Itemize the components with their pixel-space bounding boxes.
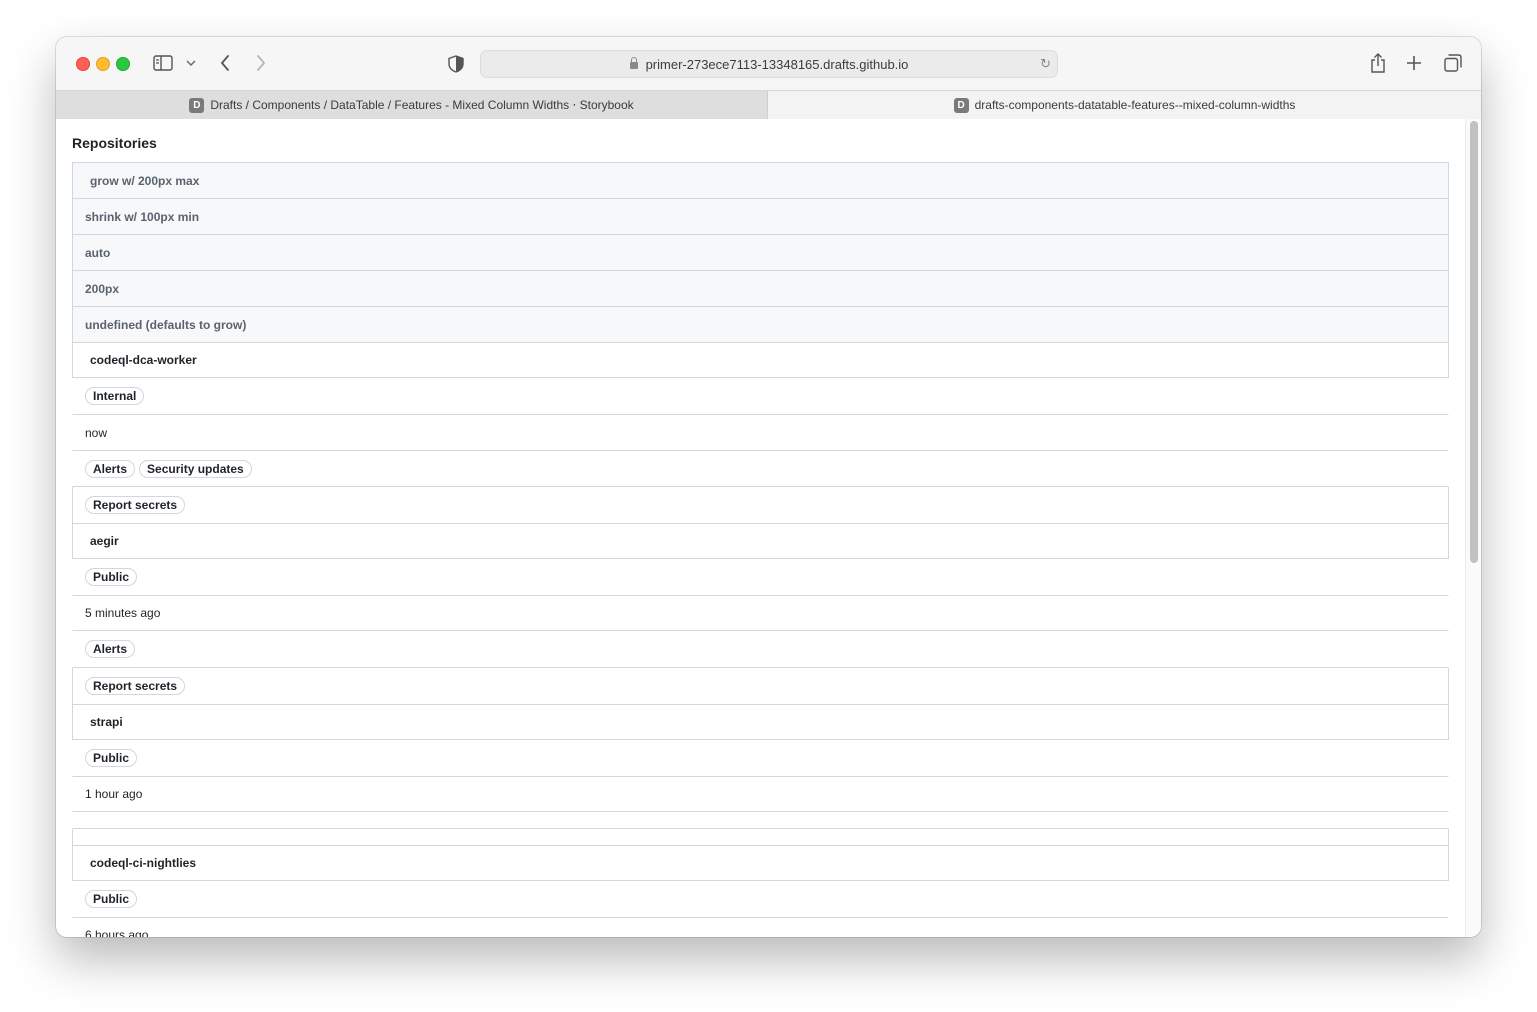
updated-cell: 5 minutes ago — [72, 596, 1449, 631]
page-title: Repositories — [72, 135, 157, 151]
tab-favicon: D — [953, 97, 969, 113]
column-header[interactable]: undefined (defaults to grow) — [72, 307, 1449, 343]
repo-type-cell: Public — [72, 559, 1449, 596]
column-header[interactable]: grow w/ 200px max — [72, 162, 1449, 199]
column-header[interactable]: auto — [72, 235, 1449, 271]
browser-toolbar: primer-273ece7113-13348165.drafts.github… — [56, 37, 1481, 90]
updated-text: 5 minutes ago — [85, 606, 161, 620]
updated-text: now — [85, 425, 108, 440]
tab-storybook[interactable]: D Drafts / Components / DataTable / Feat… — [56, 91, 768, 119]
updated-text: 6 hours ago — [85, 928, 149, 937]
reload-icon[interactable]: ↻ — [1040, 56, 1051, 72]
repo-type-label: Public — [85, 568, 138, 586]
repo-name: aegir — [90, 534, 119, 548]
repo-type-cell: Public — [72, 740, 1449, 777]
chevron-down-icon[interactable] — [185, 57, 197, 69]
updated-cell: 6 hours ago — [72, 918, 1449, 937]
repo-type-cell: Public — [72, 881, 1449, 918]
repo-name-cell: aegir — [72, 524, 1449, 559]
scrollbar-thumb[interactable] — [1470, 121, 1478, 563]
column-header[interactable]: 200px — [72, 271, 1449, 307]
column-header[interactable]: shrink w/ 100px min — [72, 199, 1449, 235]
code-scanning-label: Report secrets — [85, 496, 186, 514]
page-content: Repositories grow w/ 200px max shrink w/… — [56, 119, 1481, 937]
code-scanning-label: Report secrets — [85, 677, 186, 695]
minimize-window-button[interactable] — [96, 57, 110, 71]
address-bar[interactable]: primer-273ece7113-13348165.drafts.github… — [480, 50, 1058, 78]
repo-name-cell: codeql-dca-worker — [72, 343, 1449, 378]
zoom-window-button[interactable] — [116, 57, 130, 71]
repo-name-cell: strapi — [72, 705, 1449, 740]
url-text: primer-273ece7113-13348165.drafts.github… — [645, 56, 909, 72]
forward-icon[interactable] — [252, 53, 270, 73]
repo-name-cell: codeql-ci-nightlies — [72, 846, 1449, 881]
column-header-label: undefined (defaults to grow) — [85, 317, 247, 332]
scrollbar[interactable] — [1465, 119, 1481, 937]
code-scanning-cell — [72, 829, 1449, 846]
repo-type-label: Public — [85, 749, 138, 767]
tab-iframe[interactable]: D drafts-components-datatable-features--… — [768, 91, 1481, 119]
updated-cell: now — [72, 415, 1449, 451]
dependabot-cell: Alerts Security updates — [72, 451, 1449, 487]
dependabot-label: Security updates — [139, 459, 252, 478]
column-header-label: 200px — [85, 281, 120, 296]
browser-window: primer-273ece7113-13348165.drafts.github… — [56, 37, 1481, 937]
close-window-button[interactable] — [76, 57, 90, 71]
repo-type-label: Public — [85, 890, 138, 908]
new-tab-icon[interactable] — [1405, 53, 1423, 73]
column-header-label: grow w/ 200px max — [90, 173, 200, 188]
dependabot-label: Alerts — [85, 459, 136, 478]
tab-overview-icon[interactable] — [1443, 53, 1463, 73]
updated-cell: 1 hour ago — [72, 777, 1449, 812]
sidebar-toggle-icon[interactable] — [152, 54, 174, 72]
share-icon[interactable] — [1368, 51, 1388, 75]
tab-title: Drafts / Components / DataTable / Featur… — [210, 98, 634, 112]
code-scanning-cell: Report secrets — [72, 487, 1449, 524]
tab-title: drafts-components-datatable-features--mi… — [974, 98, 1296, 112]
repo-name: codeql-ci-nightlies — [90, 856, 197, 870]
tab-favicon: D — [189, 97, 205, 113]
repo-type-label: Internal — [85, 387, 145, 405]
repo-type-cell: Internal — [72, 378, 1449, 415]
code-scanning-cell: Report secrets — [72, 668, 1449, 705]
back-icon[interactable] — [216, 53, 234, 73]
privacy-shield-icon[interactable] — [447, 54, 465, 74]
column-header-label: shrink w/ 100px min — [85, 209, 200, 224]
updated-text: 1 hour ago — [85, 787, 143, 801]
dependabot-cell: Alerts — [72, 631, 1449, 668]
repo-name: strapi — [90, 715, 123, 729]
repo-name: codeql-dca-worker — [90, 353, 197, 367]
lock-icon — [629, 57, 638, 69]
column-header-label: auto — [85, 245, 111, 260]
dependabot-label: Alerts — [85, 640, 136, 658]
dependabot-cell — [72, 812, 1449, 829]
tab-bar: D Drafts / Components / DataTable / Feat… — [56, 90, 1481, 120]
